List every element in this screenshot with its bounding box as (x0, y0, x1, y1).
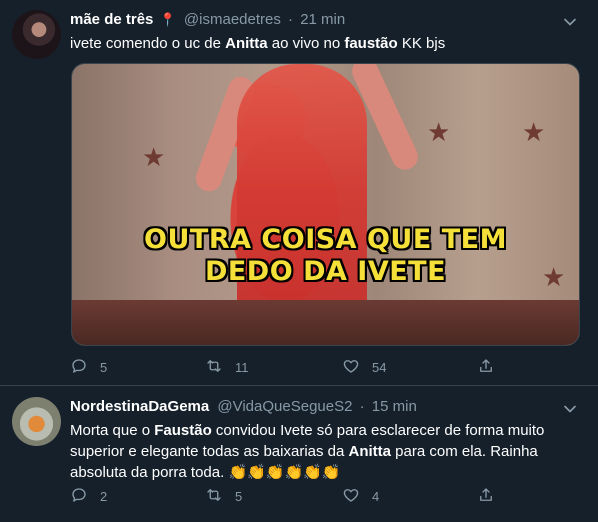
tweet-media-image[interactable]: ★ ★ ★ ★ OUTRA COISA QUE TEM DEDO DA IVET… (71, 63, 580, 346)
username-handle[interactable]: @ismaedetres (184, 11, 281, 28)
text-segment: Morta que o (70, 422, 155, 439)
highlight-faustao: Faustão (154, 422, 212, 439)
timestamp[interactable]: 15 min (372, 398, 417, 415)
like-button[interactable]: 54 (342, 357, 386, 377)
share-icon (477, 357, 495, 378)
reply-button[interactable]: 2 (70, 486, 107, 506)
separator-dot: · (288, 11, 294, 28)
retweet-icon (205, 357, 223, 378)
tweet-actions: 2 5 4 (70, 486, 510, 506)
display-name[interactable]: mãe de três (70, 11, 153, 28)
chevron-down-icon[interactable] (560, 12, 580, 32)
tweet[interactable]: NordestinaDaGema @VidaQueSegueS2 · 15 mi… (0, 387, 598, 522)
avatar[interactable] (12, 397, 61, 446)
retweet-count: 5 (235, 488, 243, 504)
tweet[interactable]: mãe de três 📍 @ismaedetres · 21 min ivet… (0, 0, 598, 386)
tweet-text: Morta que o Faustão convidou Ivete só pa… (70, 420, 582, 483)
avatar[interactable] (12, 10, 61, 59)
star-decoration: ★ (142, 142, 166, 172)
text-segment: ao vivo no (267, 35, 345, 52)
text-segment: KK bjs (397, 35, 446, 52)
timestamp[interactable]: 21 min (300, 11, 345, 28)
star-decoration: ★ (522, 117, 546, 147)
reply-count: 2 (100, 488, 108, 504)
separator-dot: · (359, 398, 365, 415)
tweet-text: ivete comendo o uc de Anitta ao vivo no … (70, 33, 582, 54)
username-handle[interactable]: @VidaQueSegueS2 (217, 398, 352, 415)
reply-count: 5 (100, 359, 108, 375)
like-button[interactable]: 4 (342, 486, 379, 506)
tweet-actions: 5 11 54 (70, 357, 510, 377)
reply-icon (70, 486, 88, 507)
tweet-header: mãe de três 📍 @ismaedetres · 21 min (70, 11, 558, 31)
retweet-count: 11 (235, 359, 249, 375)
reply-icon (70, 357, 88, 378)
retweet-icon (205, 486, 223, 507)
share-icon (477, 486, 495, 507)
highlight-faustao: faustão (344, 35, 398, 52)
meme-caption-line: OUTRA COISA QUE TEM (144, 224, 507, 255)
meme-caption-line: DEDO DA IVETE (204, 256, 447, 287)
highlight-anitta: Anitta (348, 443, 392, 460)
like-count: 54 (372, 359, 387, 375)
clapping-emoji: 👏👏👏👏👏👏 (228, 464, 341, 481)
tweet-header: NordestinaDaGema @VidaQueSegueS2 · 15 mi… (70, 398, 558, 418)
like-count: 4 (372, 488, 380, 504)
heart-icon (342, 486, 360, 507)
heart-icon (342, 357, 360, 378)
star-decoration: ★ (427, 117, 451, 147)
pin-emoji: 📍 (159, 12, 176, 27)
reply-button[interactable]: 5 (70, 357, 107, 377)
text-segment: ivete comendo o uc de (70, 35, 226, 52)
floor-shape (72, 300, 579, 345)
display-name[interactable]: NordestinaDaGema (70, 398, 209, 415)
retweet-button[interactable]: 5 (205, 486, 242, 506)
share-button[interactable] (477, 357, 495, 377)
share-button[interactable] (477, 486, 495, 506)
chevron-down-icon[interactable] (560, 399, 580, 419)
retweet-button[interactable]: 11 (205, 357, 249, 377)
highlight-anitta: Anitta (225, 35, 268, 52)
